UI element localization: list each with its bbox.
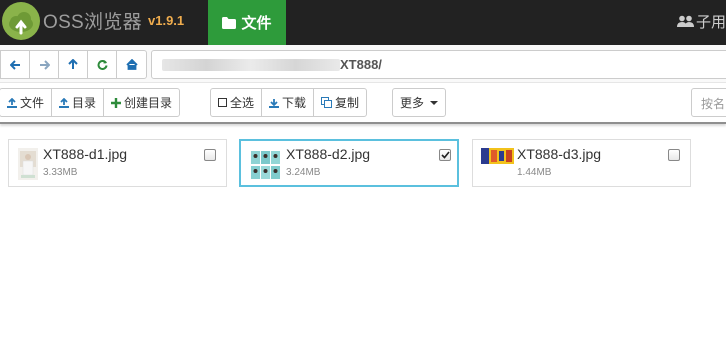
app-version: v1.9.1 [148,13,185,28]
toolbar: 文件 目录 创建目录 全选 下载 复制 更多 按名 [0,83,726,124]
upload-folder-label: 目录 [72,96,97,110]
select-all-button[interactable]: 全选 [211,89,263,116]
caret-down-icon [430,100,439,105]
forward-button[interactable] [30,51,59,78]
file-name: XT888-d3.jpg [517,146,602,162]
users-icon [677,15,694,27]
image-thumbnail-icon [18,148,38,180]
create-folder-label: 创建目录 [124,96,173,110]
file-card[interactable]: XT888-d3.jpg 1.44MB [472,139,691,187]
arrow-up-icon [68,59,78,69]
upload-button-group: 文件 目录 创建目录 [0,88,181,117]
file-checkbox[interactable] [668,149,680,161]
path-input[interactable]: XT888/ [151,50,726,79]
file-card[interactable]: XT888-d1.jpg 3.33MB [8,139,227,187]
more-button-group: 更多 [392,88,447,117]
top-navbar: OSS浏览器 v1.9.1 文件 子用 [0,0,726,45]
search-input[interactable]: 按名 [691,88,726,117]
checkmark-icon [440,151,450,159]
app-logo-icon [2,2,40,40]
navigation-buttons [0,50,147,79]
home-icon [125,59,138,70]
plus-icon [111,97,122,108]
more-label: 更多 [400,96,425,110]
copy-button[interactable]: 复制 [314,89,366,116]
path-text: XT888/ [340,57,382,72]
home-button[interactable] [117,51,146,78]
download-icon [269,98,280,108]
arrow-right-icon [39,59,50,70]
upload-icon [59,97,70,108]
refresh-icon [97,60,107,70]
image-thumbnail-icon [481,148,514,164]
download-label: 下载 [282,96,307,110]
create-folder-button[interactable]: 创建目录 [104,89,179,116]
app-name: OSS浏览器 [43,12,142,33]
folder-icon [222,16,237,29]
more-dropdown-button[interactable]: 更多 [393,89,445,116]
file-size: 1.44MB [517,167,552,178]
upload-icon [7,97,17,108]
file-checkbox-checked[interactable] [439,149,451,161]
copy-label: 复制 [335,96,360,110]
arrow-left-icon [9,59,20,70]
download-button[interactable]: 下载 [262,89,315,116]
upload-folder-button[interactable]: 目录 [52,89,105,116]
upload-file-button[interactable]: 文件 [0,89,53,116]
back-button[interactable] [1,51,30,78]
selection-button-group: 全选 下载 复制 [210,88,368,117]
up-button[interactable] [59,51,88,78]
tab-files-label: 文件 [241,15,272,32]
user-menu[interactable]: 子用 [677,11,726,32]
address-bar: XT888/ [0,45,726,83]
file-size: 3.24MB [286,167,321,178]
image-thumbnail-icon [250,149,281,181]
tab-files[interactable]: 文件 [208,0,286,45]
redacted-path-prefix [162,59,340,71]
select-all-label: 全选 [230,96,255,110]
file-name: XT888-d2.jpg [286,146,371,162]
copy-icon [321,97,333,108]
upload-file-label: 文件 [20,96,45,110]
refresh-button[interactable] [88,51,117,78]
file-card[interactable]: XT888-d2.jpg 3.24MB [239,139,459,187]
user-label: 子用 [696,14,726,31]
file-name: XT888-d1.jpg [43,146,128,162]
file-checkbox[interactable] [204,149,216,161]
file-size: 3.33MB [43,167,78,178]
unchecked-box-icon [218,98,227,107]
